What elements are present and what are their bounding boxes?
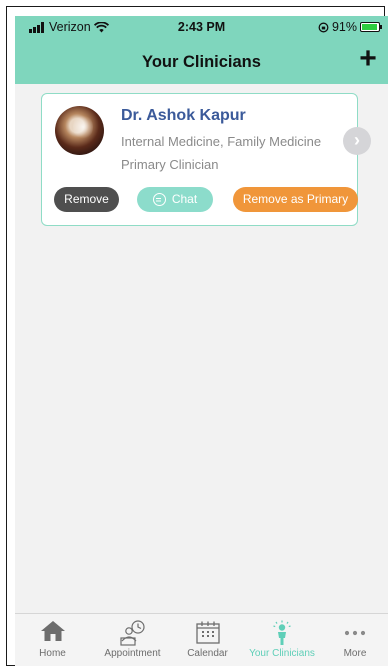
app-screen: Verizon 2:43 PM 91% Your Clinicians + Dr… bbox=[15, 16, 388, 666]
home-icon bbox=[40, 621, 65, 641]
tab-more-label: More bbox=[343, 648, 367, 659]
tab-more[interactable]: More bbox=[330, 614, 380, 666]
chat-label: Chat bbox=[171, 192, 198, 206]
tab-home[interactable]: Home bbox=[25, 614, 80, 666]
appointment-icon bbox=[119, 620, 145, 646]
tab-calendar-label: Calendar bbox=[187, 648, 228, 659]
tab-appointment[interactable]: Appointment bbox=[95, 614, 170, 666]
top-bar: Verizon 2:43 PM 91% Your Clinicians + bbox=[15, 16, 388, 84]
chevron-right-icon[interactable]: › bbox=[343, 127, 371, 155]
tab-bar: Home Appointment Calendar Your Clinician… bbox=[15, 613, 388, 666]
clinician-role: Primary Clinician bbox=[121, 157, 219, 172]
tab-your-clinicians[interactable]: Your Clinicians bbox=[241, 614, 323, 666]
clinician-card[interactable]: Dr. Ashok Kapur Internal Medicine, Famil… bbox=[41, 93, 371, 226]
more-icon bbox=[344, 630, 366, 636]
battery-icon bbox=[360, 22, 382, 32]
tab-home-label: Home bbox=[39, 648, 66, 659]
page-title: Your Clinicians bbox=[142, 53, 261, 71]
clinician-icon bbox=[273, 620, 291, 645]
clinician-name: Dr. Ashok Kapur bbox=[121, 107, 246, 124]
battery-percent: 91% bbox=[331, 20, 357, 34]
clinician-specialties: Internal Medicine, Family Medicine bbox=[121, 134, 322, 149]
tab-appointment-label: Appointment bbox=[104, 648, 161, 659]
tab-your-clinicians-label: Your Clinicians bbox=[249, 648, 315, 659]
add-clinician-button[interactable]: + bbox=[354, 44, 382, 74]
chat-icon bbox=[152, 193, 166, 206]
remove-primary-button[interactable]: Remove as Primary bbox=[233, 187, 358, 212]
orientation-lock-icon bbox=[318, 22, 329, 32]
avatar bbox=[55, 106, 104, 155]
status-bar: Verizon 2:43 PM 91% bbox=[15, 16, 388, 38]
calendar-icon bbox=[195, 621, 220, 644]
chat-button[interactable]: Chat bbox=[137, 187, 213, 212]
tab-calendar[interactable]: Calendar bbox=[180, 614, 235, 666]
remove-button[interactable]: Remove bbox=[54, 187, 119, 212]
status-right: 91% bbox=[318, 20, 382, 34]
